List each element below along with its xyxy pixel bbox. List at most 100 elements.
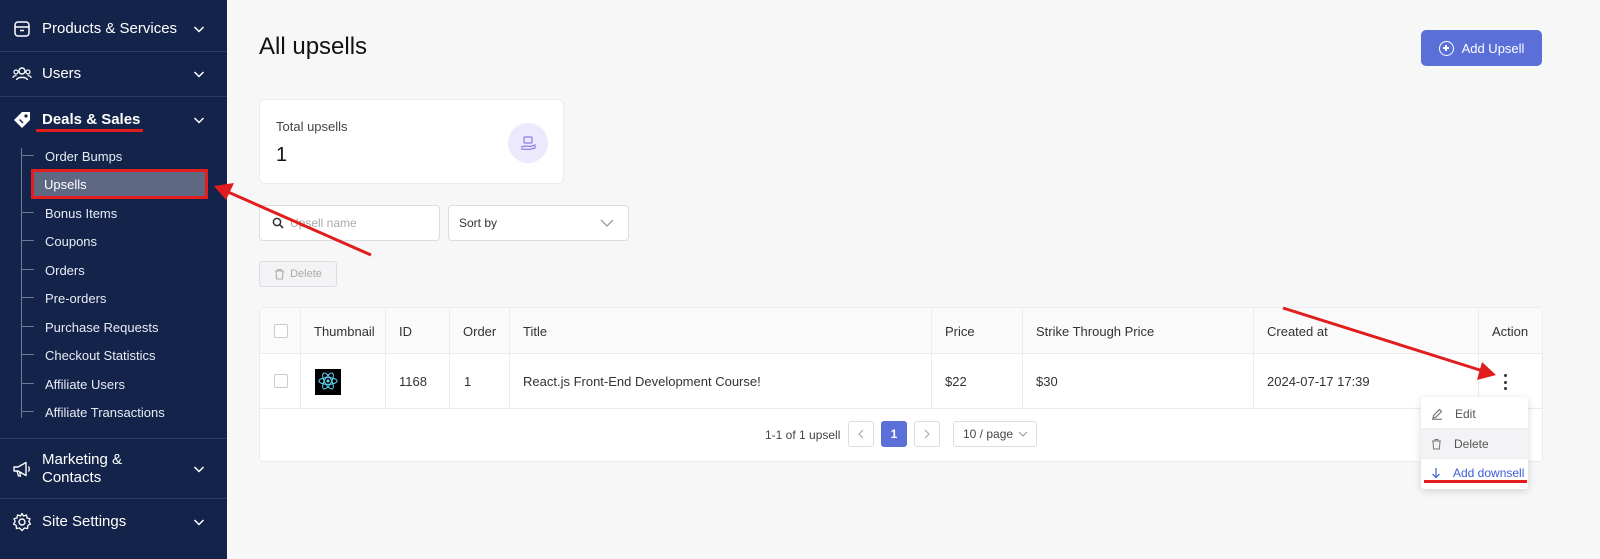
page-button-1[interactable]: 1	[881, 421, 907, 447]
chevron-down-icon	[193, 26, 205, 33]
arrow-down-icon	[1432, 467, 1440, 478]
box-icon	[12, 19, 32, 39]
sidebar-item-label: Pre-orders	[45, 290, 107, 306]
column-header-strike-through-price[interactable]: Strike Through Price	[1036, 324, 1154, 339]
page-size-label: 10 / page	[963, 427, 1014, 441]
nav-group-label: Marketing & Contacts	[42, 451, 123, 486]
menu-item-edit[interactable]: Edit	[1421, 399, 1528, 428]
trash-icon	[1432, 438, 1441, 449]
search-field[interactable]	[259, 205, 440, 241]
menu-item-label: Edit	[1455, 406, 1476, 421]
sidebar-item-label: Orders	[45, 262, 85, 278]
column-header-id[interactable]: ID	[399, 324, 412, 339]
annotation-underline	[1424, 480, 1527, 483]
menu-item-label: Add downsell	[1453, 465, 1525, 480]
chevron-right-icon	[924, 429, 930, 439]
chevron-down-icon	[193, 466, 205, 473]
sidebar-item-pre-orders[interactable]: Pre-orders	[22, 284, 207, 312]
nav-group-label: Products & Services	[42, 20, 178, 37]
menu-item-label: Delete	[1454, 436, 1489, 451]
search-icon	[272, 217, 284, 229]
annotation-box	[31, 169, 208, 199]
column-header-action: Action	[1492, 324, 1529, 339]
chevron-left-icon	[858, 429, 864, 439]
page-title: All upsells	[259, 33, 368, 60]
add-upsell-label: Add Upsell	[1461, 40, 1525, 56]
sidebar-item-orders[interactable]: Orders	[22, 256, 207, 284]
chevron-down-icon	[1018, 431, 1028, 437]
stat-value: 1	[276, 144, 288, 166]
table-header: Thumbnail ID Order Title Price Strike Th…	[260, 308, 1542, 354]
cell-strike-price: $30	[1036, 374, 1058, 389]
column-header-price[interactable]: Price	[945, 324, 975, 339]
chevron-down-icon	[193, 117, 205, 124]
menu-item-delete[interactable]: Delete	[1421, 429, 1528, 458]
sort-select[interactable]: Sort by	[448, 205, 629, 241]
sidebar-item-label: Checkout Statistics	[45, 347, 156, 363]
stat-label: Total upsells	[276, 119, 348, 134]
sidebar-item-label: Order Bumps	[45, 148, 123, 164]
sidebar-item-affiliate-users[interactable]: Affiliate Users	[22, 370, 207, 398]
column-header-thumbnail[interactable]: Thumbnail	[314, 324, 375, 339]
sort-label: Sort by	[459, 216, 498, 230]
sidebar-item-label: Coupons	[45, 233, 98, 249]
nav-group-site-settings[interactable]: Site Settings	[0, 511, 227, 533]
upsells-table: Thumbnail ID Order Title Price Strike Th…	[259, 307, 1543, 462]
pagination: 1-1 of 1 upsell 1 10 / page	[260, 421, 1542, 449]
column-header-title[interactable]: Title	[523, 324, 547, 339]
sidebar: Products & Services Users Deals & Sales …	[0, 0, 227, 559]
column-header-created-at[interactable]: Created at	[1267, 324, 1328, 339]
gear-icon	[12, 512, 32, 532]
column-header-order[interactable]: Order	[463, 324, 496, 339]
sidebar-item-label: Bonus Items	[45, 205, 118, 221]
sidebar-item-order-bumps[interactable]: Order Bumps	[22, 142, 207, 170]
cell-title: React.js Front-End Development Course!	[523, 374, 761, 389]
next-page-button[interactable]	[914, 421, 940, 447]
chevron-down-icon	[193, 71, 205, 78]
annotation-arrows	[214, 183, 1496, 380]
sidebar-item-label: Affiliate Transactions	[45, 404, 165, 420]
select-all-checkbox[interactable]	[274, 324, 288, 338]
add-upsell-button[interactable]: Add Upsell	[1421, 30, 1542, 66]
delete-label: Delete	[290, 268, 322, 280]
search-input[interactable]	[290, 216, 430, 230]
users-icon	[12, 64, 32, 84]
plus-circle-icon	[1438, 40, 1454, 56]
nav-group-deals-sales[interactable]: Deals & Sales	[0, 109, 227, 131]
cell-created-at: 2024-07-17 17:39	[1267, 374, 1370, 389]
sidebar-item-label: Purchase Requests	[45, 319, 159, 335]
nav-group-label: Deals & Sales	[42, 111, 141, 128]
table-row[interactable]: 1168 1 React.js Front-End Development Co…	[260, 355, 1542, 409]
prev-page-button[interactable]	[848, 421, 874, 447]
sidebar-item-coupons[interactable]: Coupons	[22, 227, 207, 255]
total-upsells-card: Total upsells 1	[259, 99, 564, 184]
nav-group-users[interactable]: Users	[0, 63, 227, 85]
pencil-icon	[1432, 408, 1443, 420]
page-size-select[interactable]: 10 / page	[953, 421, 1037, 447]
row-checkbox[interactable]	[274, 374, 288, 388]
chevron-down-icon	[193, 519, 205, 526]
nav-group-label: Site Settings	[42, 513, 127, 530]
react-logo-icon	[315, 369, 341, 395]
sidebar-item-bonus-items[interactable]: Bonus Items	[22, 199, 207, 227]
pagination-summary: 1-1 of 1 upsell	[765, 428, 841, 442]
nav-group-products-services[interactable]: Products & Services	[0, 18, 227, 40]
annotation-underline	[36, 129, 143, 132]
cell-price: $22	[945, 374, 967, 389]
tag-icon	[12, 110, 32, 130]
sidebar-item-label: Affiliate Users	[45, 376, 125, 392]
nav-group-label: Users	[42, 65, 82, 82]
sidebar-item-checkout-statistics[interactable]: Checkout Statistics	[22, 341, 207, 369]
hand-coin-icon	[508, 123, 548, 163]
nav-group-marketing-contacts[interactable]: Marketing & Contacts	[0, 451, 227, 487]
megaphone-icon	[12, 459, 32, 479]
sidebar-item-purchase-requests[interactable]: Purchase Requests	[22, 313, 207, 341]
cell-id: 1168	[399, 374, 427, 389]
action-menu: Edit Delete Add downsell	[1421, 397, 1528, 489]
delete-button[interactable]: Delete	[259, 261, 337, 287]
trash-icon	[275, 268, 285, 280]
chevron-down-icon	[600, 219, 614, 227]
sidebar-item-affiliate-transactions[interactable]: Affiliate Transactions	[22, 398, 207, 426]
more-actions-icon[interactable]	[1500, 374, 1510, 390]
cell-order: 1	[464, 374, 472, 389]
